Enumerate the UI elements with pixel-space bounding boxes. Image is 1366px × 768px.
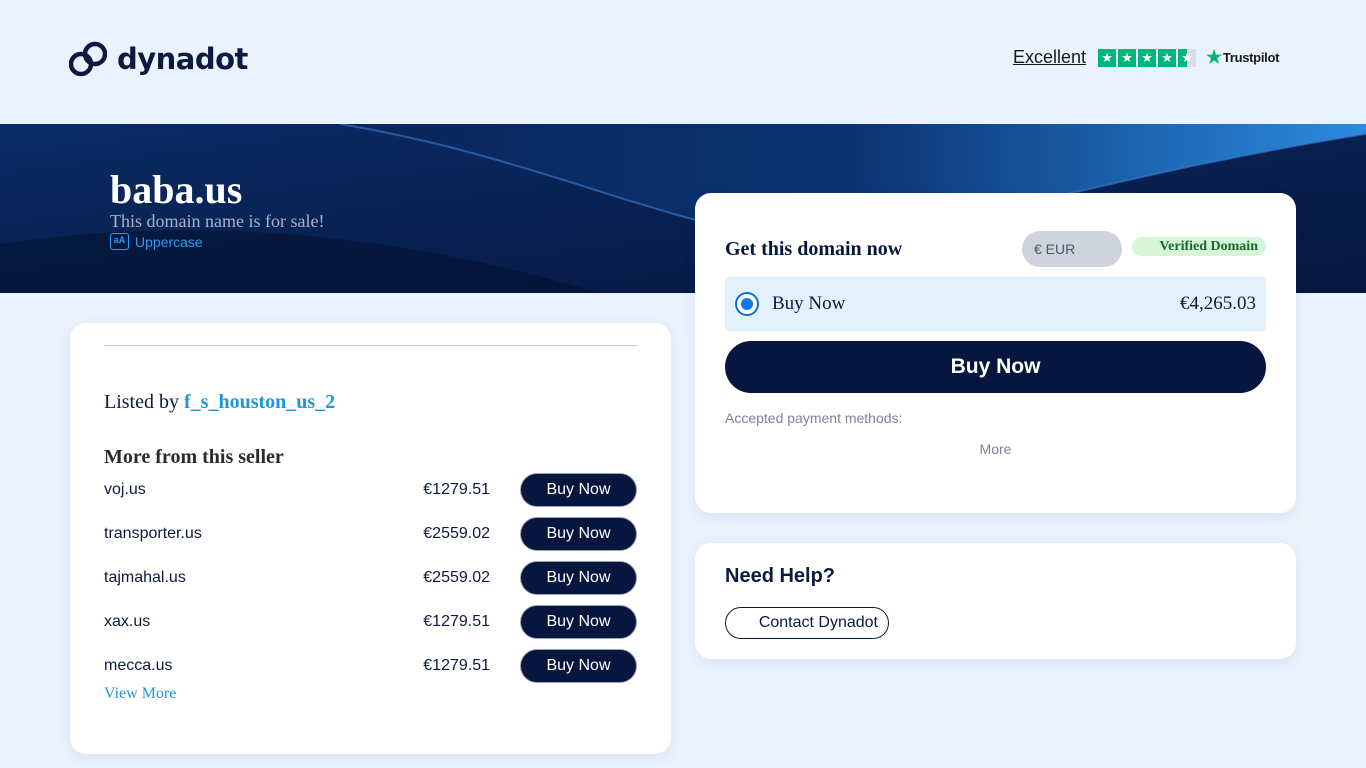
- seller-domain-name[interactable]: tajmahal.us: [104, 569, 186, 587]
- seller-card: Listed by f_s_houston_us_2 More from thi…: [70, 323, 671, 754]
- listed-by-prefix: Listed by: [104, 391, 179, 413]
- option-price: €4,265.03: [1180, 293, 1256, 314]
- star-icon: ★: [1118, 48, 1137, 67]
- divider: [104, 345, 637, 346]
- list-item: mecca.us €1279.51 Buy Now: [104, 649, 637, 693]
- payment-more-link[interactable]: More: [725, 441, 1266, 457]
- trustpilot-widget[interactable]: Excellent ★ ★ ★ ★ ★ ★ Trustpilot: [1013, 47, 1279, 68]
- text-case-icon: aA: [110, 233, 129, 250]
- verified-badge: Verified Domain: [1132, 237, 1266, 256]
- star-icon: ★: [1138, 48, 1157, 67]
- list-item: tajmahal.us €2559.02 Buy Now: [104, 561, 637, 605]
- seller-domain-price: €2559.02: [423, 525, 490, 542]
- logo-text: dynadot: [117, 42, 248, 76]
- seller-domain-price: €2559.02: [423, 569, 490, 586]
- buy-now-main-button[interactable]: Buy Now: [725, 341, 1266, 393]
- uppercase-label: Uppercase: [135, 233, 203, 250]
- seller-domain-list: voj.us €1279.51 Buy Now transporter.us €…: [104, 473, 637, 693]
- buy-now-button[interactable]: Buy Now: [520, 561, 637, 595]
- seller-name-link[interactable]: f_s_houston_us_2: [184, 391, 335, 413]
- list-item: xax.us €1279.51 Buy Now: [104, 605, 637, 649]
- dynadot-logo[interactable]: dynadot: [69, 40, 248, 78]
- more-from-seller-title: More from this seller: [104, 446, 284, 468]
- half-star-icon: ★: [1178, 48, 1197, 67]
- list-item: transporter.us €2559.02 Buy Now: [104, 517, 637, 561]
- buy-now-button[interactable]: Buy Now: [520, 605, 637, 639]
- buy-now-button[interactable]: Buy Now: [520, 517, 637, 551]
- buy-now-option[interactable]: Buy Now €4,265.03: [725, 277, 1266, 331]
- help-title: Need Help?: [725, 565, 836, 587]
- seller-domain-price: €1279.51: [423, 481, 490, 498]
- view-more-link[interactable]: View More: [104, 685, 176, 703]
- star-icon: ★: [1098, 48, 1117, 67]
- contact-dynadot-button[interactable]: Contact Dynadot: [725, 607, 889, 639]
- purchase-title: Get this domain now: [725, 238, 903, 260]
- trust-stars: ★ ★ ★ ★ ★: [1098, 48, 1198, 67]
- purchase-card: Get this domain now € EUR Verified Domai…: [695, 193, 1296, 513]
- list-item: voj.us €1279.51 Buy Now: [104, 473, 637, 517]
- trustpilot-logo: ★ Trustpilot: [1206, 47, 1279, 68]
- trust-rating-text[interactable]: Excellent: [1013, 47, 1086, 68]
- currency-select[interactable]: € EUR: [1022, 231, 1122, 267]
- listed-by: Listed by f_s_houston_us_2: [104, 391, 335, 414]
- trustpilot-brand: Trustpilot: [1222, 50, 1280, 65]
- payment-methods-label: Accepted payment methods:: [725, 410, 903, 426]
- seller-domain-price: €1279.51: [423, 657, 490, 674]
- star-icon: ★: [1158, 48, 1177, 67]
- buy-now-button[interactable]: Buy Now: [520, 473, 637, 507]
- buy-now-button[interactable]: Buy Now: [520, 649, 637, 683]
- uppercase-toggle[interactable]: aA Uppercase: [110, 233, 203, 250]
- link-chain-icon: [69, 41, 107, 77]
- domain-title: baba.us: [110, 167, 243, 212]
- option-label: Buy Now: [772, 293, 846, 314]
- seller-domain-name[interactable]: xax.us: [104, 613, 150, 631]
- buy-now-radio[interactable]: [735, 292, 759, 316]
- help-card: Need Help? Contact Dynadot: [695, 543, 1296, 659]
- seller-domain-name[interactable]: voj.us: [104, 481, 146, 499]
- seller-domain-name[interactable]: mecca.us: [104, 657, 172, 675]
- site-header: dynadot Excellent ★ ★ ★ ★ ★ ★ Trustpilot: [0, 0, 1366, 124]
- seller-domain-price: €1279.51: [423, 613, 490, 630]
- seller-domain-name[interactable]: transporter.us: [104, 525, 202, 543]
- domain-subtitle: This domain name is for sale!: [110, 211, 325, 231]
- trustpilot-star-icon: ★: [1206, 47, 1222, 67]
